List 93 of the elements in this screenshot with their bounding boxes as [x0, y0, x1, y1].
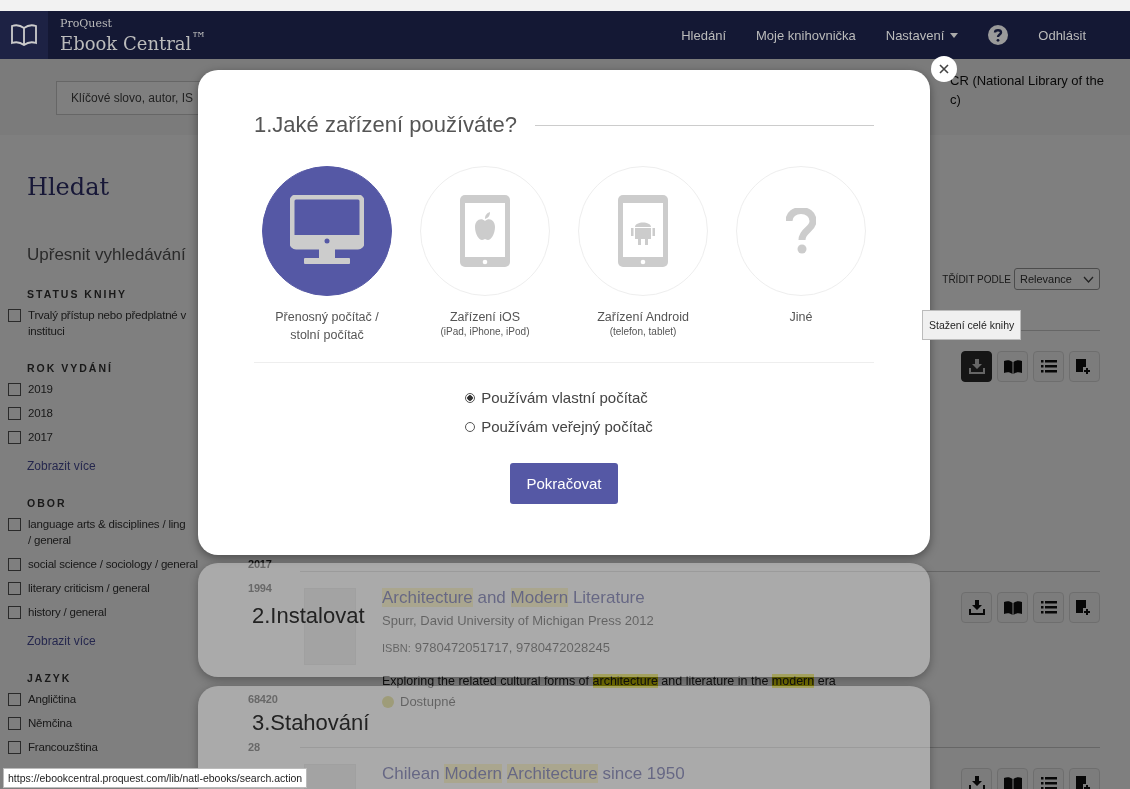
filter-group-title: ROK VYDÁNÍ: [27, 362, 114, 374]
checkbox[interactable]: [8, 518, 21, 531]
book-icon: [1003, 600, 1022, 615]
availability-dot: [382, 695, 394, 708]
chevron-icon: [1083, 275, 1094, 283]
continue-button[interactable]: Pokračovat: [510, 463, 618, 504]
nav-link[interactable]: Odhlásit: [1038, 27, 1086, 43]
add-button[interactable]: [1069, 592, 1100, 623]
show-more-link[interactable]: Zobrazit více: [27, 459, 96, 473]
filter-group-title: OBOR: [27, 497, 68, 509]
add-document-icon: [1076, 599, 1093, 616]
contents-button[interactable]: [1033, 592, 1064, 623]
filter-label: language arts & disciplines / ling / general: [28, 517, 186, 548]
checkbox[interactable]: [8, 431, 21, 444]
settings-menu[interactable]: Nastavení: [885, 27, 959, 43]
filter-group-title: STATUS KNIHY: [27, 288, 129, 300]
radio-option[interactable]: Používám veřejný počítač: [465, 418, 653, 435]
tablet-icon: [618, 195, 668, 267]
add-document-icon: [1076, 358, 1093, 375]
filter-label: Angličtina: [28, 692, 76, 707]
filter-group-title: JAZYK: [27, 672, 73, 684]
add-button[interactable]: [1069, 351, 1100, 382]
checkbox[interactable]: [8, 407, 21, 420]
filter-label: Němčina: [28, 716, 72, 731]
filter-count: 1994: [248, 581, 273, 596]
filter-count: 2017: [248, 557, 273, 572]
download-icon: [968, 776, 985, 789]
step-title: 1.Jaké zařízení používáte?: [254, 112, 517, 138]
checkbox[interactable]: [8, 558, 21, 571]
book-icon: [1003, 776, 1022, 789]
read-button[interactable]: [997, 592, 1028, 623]
device-label: Přenosný počítač /: [275, 309, 379, 326]
filter-label: Francouzština: [28, 740, 98, 755]
add-document-icon: [1076, 775, 1093, 789]
result-meta: Spurr, David University of Michigan Press 2012: [382, 613, 654, 628]
isbn-label: ISBN:: [382, 642, 411, 654]
help-icon[interactable]: [988, 25, 1009, 45]
step-title: 3.Stahování: [252, 710, 370, 735]
tablet-icon: [460, 195, 510, 267]
device-label: Zařízení Android: [597, 309, 689, 326]
device-sublabel: (telefon, tablet): [609, 326, 677, 337]
checkbox[interactable]: [8, 741, 21, 754]
sort-dropdown[interactable]: Relevance: [1014, 268, 1100, 290]
logo-subtitle: ProQuest: [60, 17, 113, 29]
result-description: Exploring the related cultural forms of architecture and literature in the modern era: [382, 674, 836, 688]
checkbox[interactable]: [8, 383, 21, 396]
filter-label: Trvalý přístup nebo předplatné v instituci: [28, 308, 187, 339]
tooltip: Stažení celé knihy: [922, 310, 1022, 340]
filter-count: 68420: [248, 692, 279, 707]
device-label: stolní počítač: [290, 327, 364, 344]
checkbox[interactable]: [8, 606, 21, 619]
page-title: Hledat: [27, 173, 111, 201]
filter-label: history / general: [28, 605, 107, 620]
nav-link[interactable]: Hledání: [681, 27, 727, 43]
list-icon: [1040, 360, 1057, 373]
filter-count: 28: [248, 740, 261, 755]
device-sublabel: (iPad, iPhone, iPod): [440, 326, 530, 337]
filter-label: 2018: [28, 406, 53, 421]
checkbox[interactable]: [8, 582, 21, 595]
download-icon: [968, 359, 985, 374]
radio-button[interactable]: [465, 392, 476, 403]
filter-label: 2019: [28, 382, 53, 397]
download-icon: [968, 600, 985, 615]
book-logo-icon: [0, 11, 48, 59]
read-button[interactable]: [997, 351, 1028, 382]
filter-label: literary criticism / general: [28, 581, 150, 596]
show-more-link[interactable]: Zobrazit více: [27, 634, 96, 648]
filter-label: social science / sociology / general: [28, 557, 198, 572]
nav-link[interactable]: Moje knihovnička: [756, 27, 856, 43]
sort-label: TŘÍDIT PODLE: [942, 274, 1011, 285]
isbn-text: 9780472051717, 9780472028245: [414, 640, 610, 655]
status-url: https://ebookcentral.proquest.com/lib/natl-ebooks/search.action: [3, 768, 308, 788]
book-icon: [1003, 359, 1022, 374]
filter-label: 2017: [28, 430, 53, 445]
filter-heading: Upřesnit vyhledávání: [27, 245, 187, 265]
device-label: Jiné: [789, 309, 813, 326]
monitor-icon: [290, 195, 364, 267]
question-mark-icon: [786, 208, 816, 254]
checkbox[interactable]: [8, 309, 21, 322]
step-title: 2.Instalovat: [252, 603, 365, 628]
list-icon: [1040, 601, 1057, 614]
download-button[interactable]: [961, 351, 992, 382]
logo-title: Ebook Central$^{™}$: [60, 30, 207, 53]
institution-text: c): [950, 91, 961, 109]
availability-text: Dostupné: [400, 694, 456, 709]
list-icon: [1040, 777, 1057, 789]
caret-icon: [950, 32, 959, 38]
contents-button[interactable]: [1033, 351, 1064, 382]
close-icon: [939, 64, 949, 74]
checkbox[interactable]: [8, 717, 21, 730]
checkbox[interactable]: [8, 693, 21, 706]
device-label: Zařízení iOS: [449, 309, 521, 326]
radio-option[interactable]: Používám vlastní počítač: [465, 389, 653, 406]
